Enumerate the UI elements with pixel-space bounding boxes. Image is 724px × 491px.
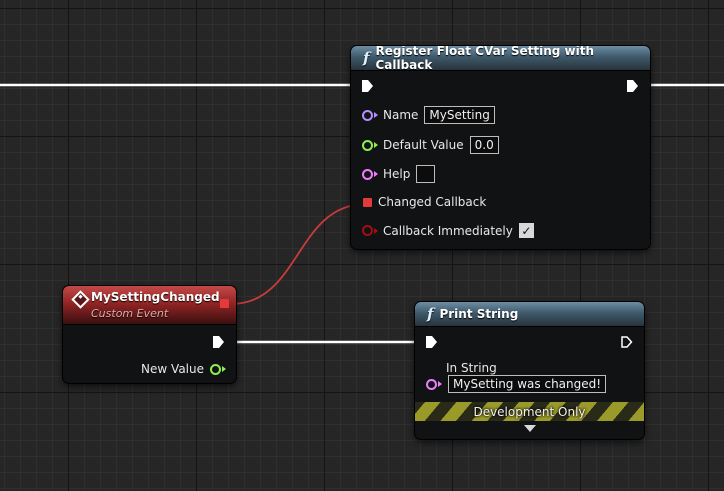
callback-immediately-label: Callback Immediately [383,223,513,238]
help-row: Help [362,165,436,183]
custom-event-icon [71,290,90,309]
new-value-pin[interactable] [210,363,221,375]
help-label: Help [383,167,411,181]
print-node-header[interactable]: f Print String [415,302,644,327]
name-field[interactable]: MySetting [424,106,495,124]
in-string-pin[interactable] [426,378,437,390]
callback-immediately-pin[interactable] [362,225,373,236]
default-value-row: Default Value 0.0 [362,136,499,154]
name-pin[interactable] [362,109,373,121]
callback-immediately-row: Callback Immediately ✓ [362,223,534,238]
name-label: Name [383,108,419,122]
changed-callback-label: Changed Callback [378,195,487,209]
checkmark-icon: ✓ [521,223,532,238]
register-node-title: Register Float CVar Setting with Callbac… [375,46,595,72]
default-value-pin-arrow [374,142,378,148]
delegate-wire[interactable] [230,203,367,305]
help-field[interactable] [416,165,436,183]
help-pin-arrow [374,171,378,177]
new-value-pin-arrow [222,366,226,372]
event-node-header[interactable]: MySettingChanged Custom Event [63,286,236,325]
custom-event-node[interactable]: MySettingChanged Custom Event New Value [63,286,236,383]
callback-immediately-checkbox[interactable]: ✓ [518,223,534,238]
new-value-row: New Value [141,362,226,376]
new-value-label: New Value [141,362,204,376]
event-delegate-pin[interactable] [220,299,229,308]
development-only-banner: Development Only [415,402,644,421]
in-string-field[interactable]: MySetting was changed! [448,375,607,393]
exec-in-pin[interactable] [362,80,374,92]
changed-callback-row: Changed Callback [363,195,486,209]
in-string-row: MySetting was changed! [426,375,607,393]
function-icon: f [363,49,370,67]
help-pin[interactable] [362,168,373,180]
event-node-title: MySettingChanged [91,290,220,304]
event-exec-out-pin[interactable] [213,336,225,348]
event-node-subtitle: Custom Event [91,307,169,320]
function-icon: f [427,305,434,323]
chevron-down-icon[interactable] [524,425,536,432]
default-value-field[interactable]: 0.0 [469,136,499,154]
print-node-title: Print String [439,307,519,321]
print-string-node[interactable]: f Print String In String MySetting was c… [415,302,644,439]
default-value-pin[interactable] [362,139,373,151]
in-string-label: In String [446,361,497,375]
name-pin-arrow [374,112,378,118]
changed-callback-pin[interactable] [363,197,372,207]
register-node-header[interactable]: f Register Float CVar Setting with Callb… [351,46,650,72]
exec-out-pin[interactable] [627,80,639,92]
print-exec-in-pin[interactable] [426,336,438,348]
print-exec-out-pin[interactable] [621,336,633,348]
callback-immediately-pin-arrow [374,227,378,234]
development-only-label: Development Only [473,404,586,419]
register-float-cvar-node[interactable]: f Register Float CVar Setting with Callb… [351,46,650,249]
name-row: Name MySetting [362,106,495,124]
in-string-pin-arrow [438,381,442,387]
default-value-label: Default Value [383,138,464,152]
